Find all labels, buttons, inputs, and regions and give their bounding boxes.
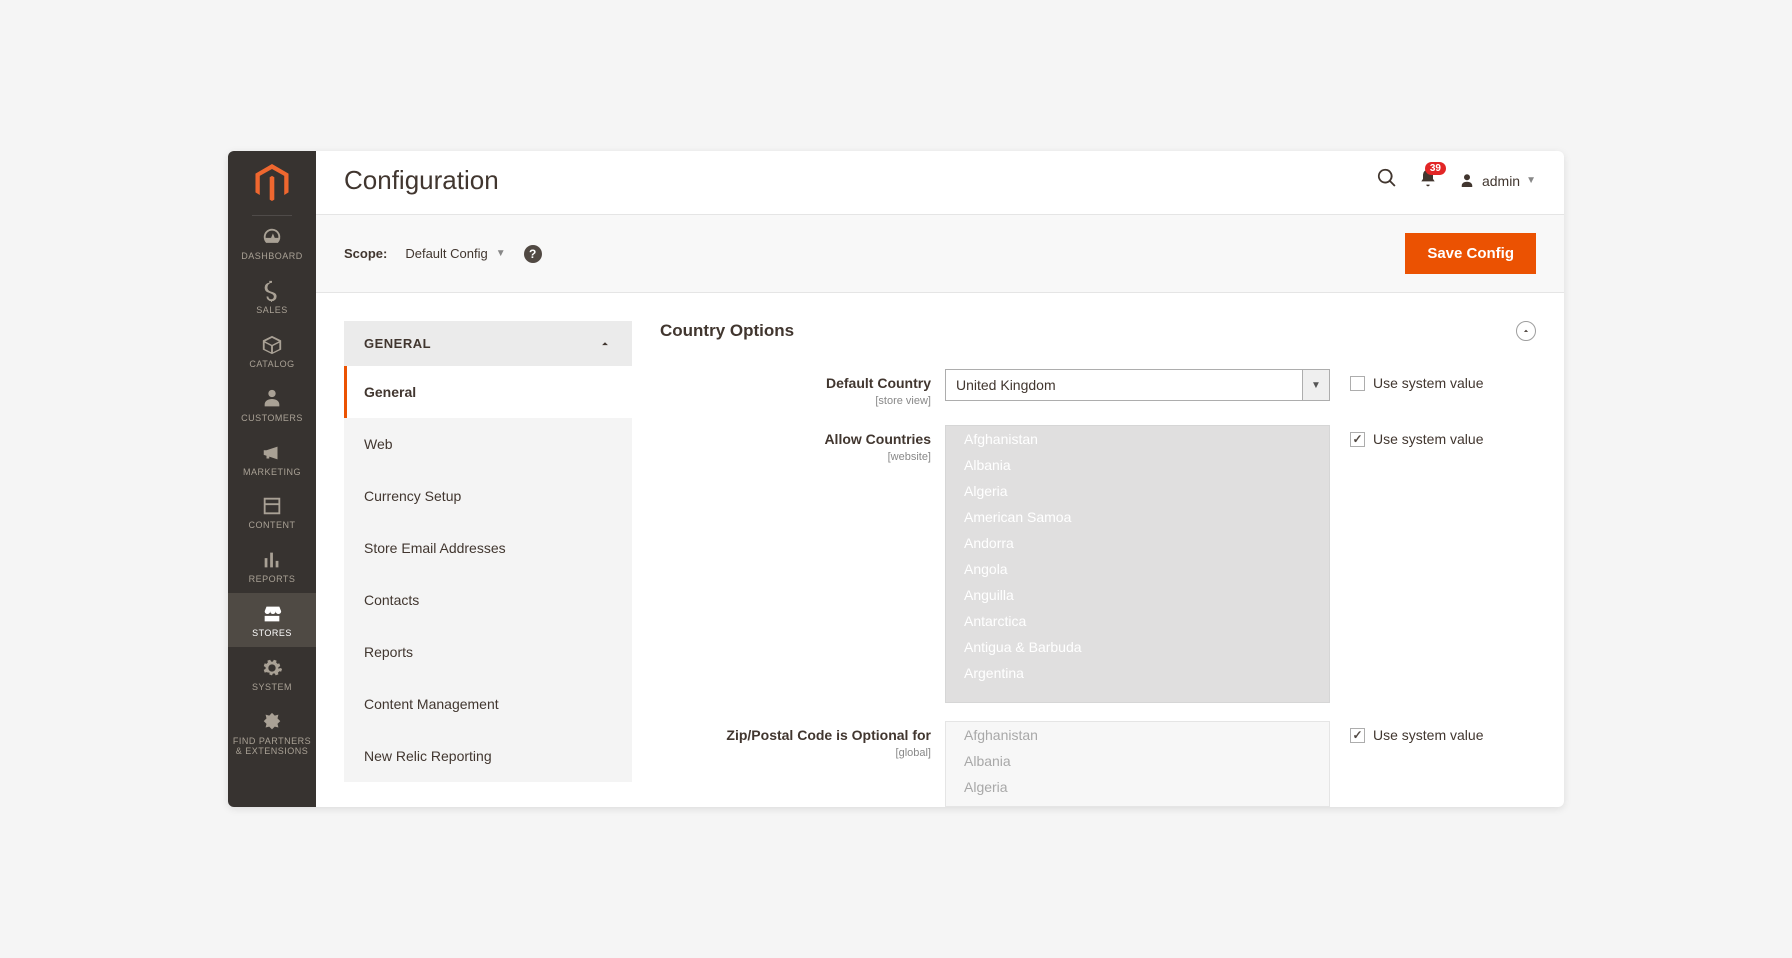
sidebar-label: REPORTS xyxy=(249,575,296,585)
sidebar-item-sales[interactable]: SALES xyxy=(228,270,316,324)
country-option[interactable]: Albania xyxy=(946,452,1329,478)
scope-label: Scope: xyxy=(344,246,387,261)
country-option[interactable]: Algeria xyxy=(946,478,1329,504)
config-item-content-management[interactable]: Content Management xyxy=(344,678,632,730)
default-country-input[interactable] xyxy=(945,369,1302,401)
caret-down-icon: ▼ xyxy=(496,248,506,259)
sidebar-item-partners[interactable]: FIND PARTNERS & EXTENSIONS xyxy=(228,701,316,765)
sidebar-label: MARKETING xyxy=(243,468,301,478)
use-system-label: Use system value xyxy=(1373,375,1483,391)
caret-down-icon: ▼ xyxy=(1526,175,1536,186)
use-system-checkbox-zip-optional[interactable] xyxy=(1350,728,1365,743)
field-scope: [global] xyxy=(660,747,931,759)
notification-badge: 39 xyxy=(1425,162,1446,175)
store-icon xyxy=(261,603,283,625)
sidebar-item-content[interactable]: CONTENT xyxy=(228,485,316,539)
dollar-icon xyxy=(261,280,283,302)
chevron-up-icon xyxy=(598,337,612,351)
country-option[interactable]: Antigua & Barbuda xyxy=(946,634,1329,660)
sidebar-label: CATALOG xyxy=(249,360,294,370)
country-option[interactable]: Afghanistan xyxy=(946,426,1329,452)
partners-icon xyxy=(261,711,283,733)
person-icon xyxy=(261,388,283,410)
section-country-options[interactable]: Country Options xyxy=(660,321,1536,341)
country-option[interactable]: Algeria xyxy=(946,774,1329,800)
scope-value: Default Config xyxy=(405,246,487,261)
sidebar-item-stores[interactable]: STORES xyxy=(228,593,316,647)
country-option[interactable]: Anguilla xyxy=(946,582,1329,608)
box-icon xyxy=(261,334,283,356)
sidebar-label: CUSTOMERS xyxy=(241,414,303,424)
country-option[interactable]: American Samoa xyxy=(946,504,1329,530)
field-label-allow-countries: Allow Countries xyxy=(824,431,931,447)
config-item-web[interactable]: Web xyxy=(344,418,632,470)
user-name: admin xyxy=(1482,173,1520,189)
default-country-select[interactable]: ▼ xyxy=(945,369,1330,401)
field-scope: [website] xyxy=(660,451,931,463)
zip-optional-multiselect[interactable]: Afghanistan Albania Algeria xyxy=(945,721,1330,807)
sidebar-item-catalog[interactable]: CATALOG xyxy=(228,324,316,378)
config-item-general[interactable]: General xyxy=(344,366,632,418)
config-item-email[interactable]: Store Email Addresses xyxy=(344,522,632,574)
page-title: Configuration xyxy=(344,165,499,196)
field-label-default-country: Default Country xyxy=(826,375,931,391)
scope-selector[interactable]: Default Config ▼ xyxy=(405,246,505,261)
config-group-general[interactable]: GENERAL xyxy=(344,321,632,366)
use-system-checkbox-allow-countries[interactable] xyxy=(1350,432,1365,447)
bar-chart-icon xyxy=(261,549,283,571)
sidebar-label: FIND PARTNERS & EXTENSIONS xyxy=(233,737,311,757)
use-system-label: Use system value xyxy=(1373,431,1483,447)
allow-countries-multiselect[interactable]: Afghanistan Albania Algeria American Sam… xyxy=(945,425,1330,703)
sidebar-item-dashboard[interactable]: DASHBOARD xyxy=(228,216,316,270)
use-system-checkbox-default-country[interactable] xyxy=(1350,376,1365,391)
sidebar-item-reports[interactable]: REPORTS xyxy=(228,539,316,593)
sidebar-item-marketing[interactable]: MARKETING xyxy=(228,432,316,486)
config-item-new-relic[interactable]: New Relic Reporting xyxy=(344,730,632,782)
sidebar-label: DASHBOARD xyxy=(241,252,303,262)
sidebar-label: SALES xyxy=(256,306,288,316)
magento-logo[interactable] xyxy=(228,151,316,215)
country-option[interactable]: Angola xyxy=(946,556,1329,582)
chevron-up-icon xyxy=(1521,326,1531,336)
sidebar-item-system[interactable]: SYSTEM xyxy=(228,647,316,701)
config-item-contacts[interactable]: Contacts xyxy=(344,574,632,626)
sidebar-label: CONTENT xyxy=(249,521,296,531)
user-menu[interactable]: admin ▼ xyxy=(1458,172,1536,190)
content-icon xyxy=(261,495,283,517)
notifications-button[interactable]: 39 xyxy=(1418,168,1438,193)
config-item-reports[interactable]: Reports xyxy=(344,626,632,678)
sidebar-label: STORES xyxy=(252,629,292,639)
collapse-toggle[interactable] xyxy=(1516,321,1536,341)
use-system-label: Use system value xyxy=(1373,727,1483,743)
sidebar-label: SYSTEM xyxy=(252,683,292,693)
country-option[interactable]: Antarctica xyxy=(946,608,1329,634)
search-button[interactable] xyxy=(1376,167,1398,194)
help-icon[interactable]: ? xyxy=(524,245,542,263)
gear-icon xyxy=(261,657,283,679)
search-icon xyxy=(1376,167,1398,189)
config-group-label: GENERAL xyxy=(364,336,431,351)
megaphone-icon xyxy=(261,442,283,464)
dropdown-toggle[interactable]: ▼ xyxy=(1302,369,1330,401)
field-scope: [store view] xyxy=(660,395,931,407)
save-config-button[interactable]: Save Config xyxy=(1405,233,1536,274)
admin-sidebar: DASHBOARD SALES CATALOG CUSTOMERS MARKET… xyxy=(228,151,316,807)
country-option[interactable]: Argentina xyxy=(946,660,1329,686)
config-item-currency[interactable]: Currency Setup xyxy=(344,470,632,522)
country-option[interactable]: Afghanistan xyxy=(946,722,1329,748)
sidebar-item-customers[interactable]: CUSTOMERS xyxy=(228,378,316,432)
section-title: Country Options xyxy=(660,321,794,341)
dashboard-icon xyxy=(261,226,283,248)
country-option[interactable]: Albania xyxy=(946,748,1329,774)
country-option[interactable]: Andorra xyxy=(946,530,1329,556)
field-label-zip-optional: Zip/Postal Code is Optional for xyxy=(726,727,931,743)
user-icon xyxy=(1458,172,1476,190)
